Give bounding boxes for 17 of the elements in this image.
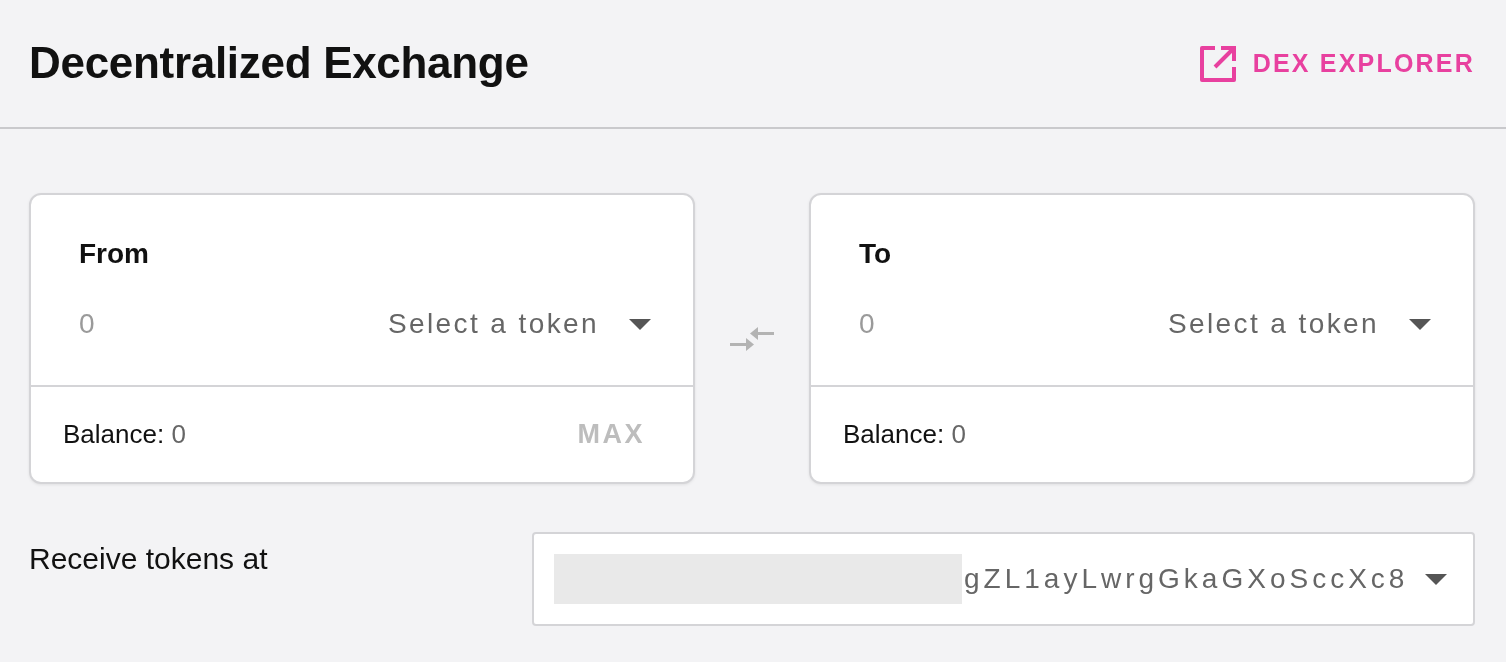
explorer-link[interactable]: DEX EXPLORER: [1198, 44, 1475, 83]
page-title: Decentralized Exchange: [29, 37, 529, 90]
receive-label: Receive tokens at: [29, 541, 268, 577]
token-select[interactable]: Select a token: [1167, 303, 1431, 345]
caret-icon: [1409, 318, 1431, 330]
external-link-icon: [1198, 44, 1237, 83]
amount-field[interactable]: 0: [79, 303, 279, 345]
balance-text: Balance: 0: [63, 417, 186, 451]
caret-icon: [629, 318, 651, 330]
panel-label: To: [859, 237, 892, 271]
caret-icon: [1425, 573, 1447, 585]
amount-field[interactable]: 0: [859, 303, 1059, 345]
balance-text: Balance: 0: [843, 417, 966, 451]
panel-label: From: [79, 237, 149, 271]
token-select[interactable]: Select a token: [387, 303, 651, 345]
swap-icon[interactable]: [730, 324, 774, 353]
address-select[interactable]: gZL1ayLwrgGkaGXoSccXc8: [532, 532, 1475, 626]
